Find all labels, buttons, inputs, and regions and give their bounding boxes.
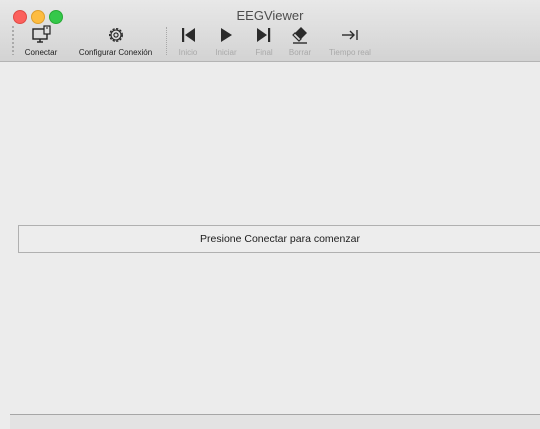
connect-label: Conectar [24,48,58,57]
status-message-box: Presione Conectar para comenzar [18,225,540,253]
play-label: Iniciar [215,48,237,57]
end-label: Final [255,48,273,57]
configure-connection-label: Configurar Conexión [78,48,153,57]
configure-connection-button[interactable]: Configurar Conexión [73,24,158,57]
status-message: Presione Conectar para comenzar [200,233,360,245]
erase-label: Borrar [288,48,312,57]
skip-to-end-icon [257,28,271,42]
arrow-to-end-icon [342,30,358,40]
skip-to-start-icon [182,28,195,42]
realtime-button[interactable]: Tiempo real [326,24,374,57]
title-bar: EEGViewer Conectar Configurar Conexión I… [0,0,540,62]
window-title: EEGViewer [236,8,304,23]
monitor-connect-icon [32,25,51,43]
connect-button[interactable]: Conectar [19,24,63,57]
play-button[interactable]: Iniciar [211,24,241,57]
erase-button[interactable]: Borrar [285,24,315,57]
toolbar-grip [12,25,14,55]
realtime-label: Tiempo real [329,48,371,57]
start-label: Inicio [178,48,198,57]
gear-icon [108,28,123,42]
play-icon [221,28,232,42]
toolbar-separator [166,27,167,55]
end-button[interactable]: Final [251,24,277,57]
eraser-icon [292,27,307,44]
start-button[interactable]: Inicio [174,24,202,57]
bottom-bar [10,415,540,429]
